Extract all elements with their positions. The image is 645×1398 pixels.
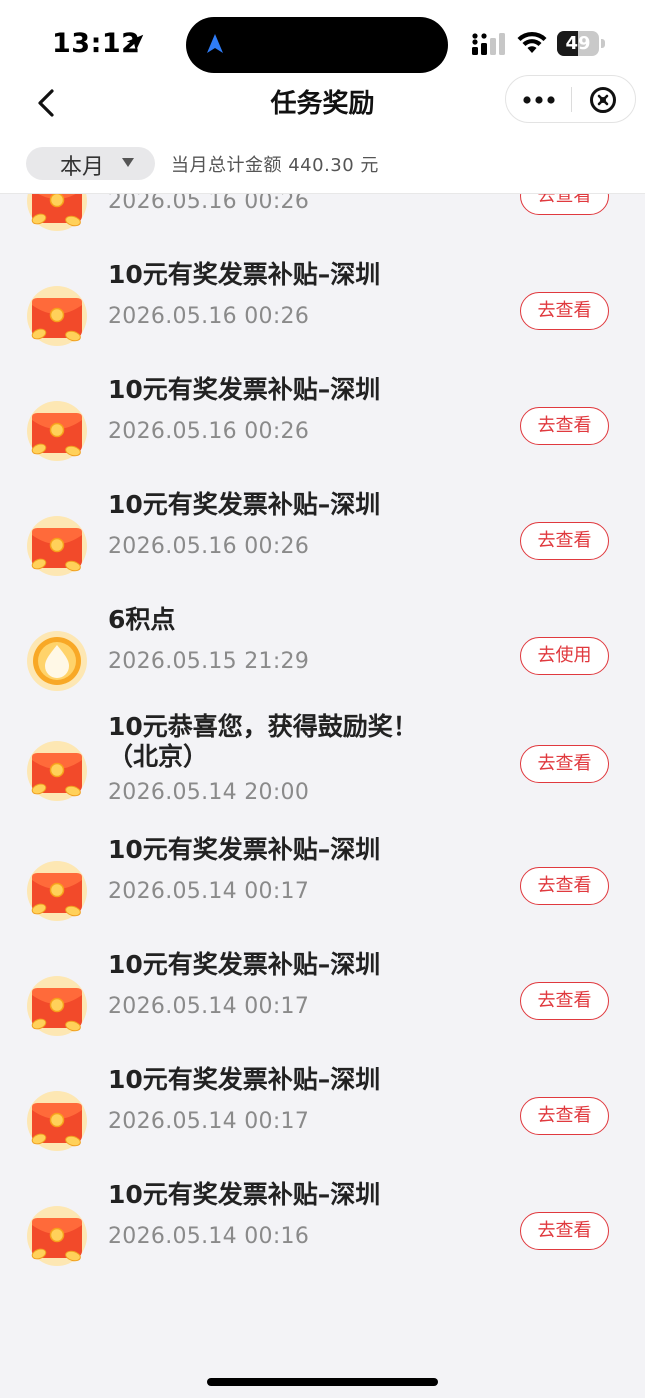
list-item[interactable]: 10元有奖发票补贴–深圳 2026.05.16 00:26 去查看 — [0, 355, 645, 470]
item-title: 10元有奖发票补贴–深圳 — [108, 835, 381, 864]
cellular-signal-icon — [472, 33, 505, 55]
item-title: 10元恭喜您，获得鼓励奖！（北京） — [108, 712, 418, 771]
caret-down-icon — [122, 158, 134, 167]
item-date: 2026.05.14 00:17 — [108, 879, 310, 904]
list-item[interactable]: 10元有奖发票补贴–深圳 2026.05.14 00:17 去查看 — [0, 930, 645, 1045]
home-indicator[interactable] — [207, 1378, 438, 1386]
coin-icon — [26, 630, 88, 692]
list-item[interactable]: 10元恭喜您，获得鼓励奖！（北京） 2026.05.14 20:00 去查看 — [0, 700, 645, 815]
wifi-icon — [517, 31, 547, 53]
item-title: 10元有奖发票补贴–深圳 — [108, 375, 381, 404]
list-item[interactable]: 10元有奖发票补贴–深圳 2026.05.14 00:17 去查看 — [0, 1045, 645, 1160]
list-item[interactable]: 10元有奖发票补贴–深圳 2026.05.16 00:26 去查看 — [0, 470, 645, 585]
item-date: 2026.05.16 00:26 — [108, 534, 310, 559]
view-button[interactable]: 去查看 — [520, 745, 609, 783]
battery-level: 49 — [565, 33, 591, 54]
view-button[interactable]: 去查看 — [520, 982, 609, 1020]
list-item[interactable]: 10元有奖发票补贴–深圳 2026.05.14 00:16 去查看 — [0, 1160, 645, 1275]
item-date: 2026.05.15 21:29 — [108, 649, 310, 674]
item-date: 2026.05.16 00:26 — [108, 304, 310, 329]
item-title: 10元有奖发票补贴–深圳 — [108, 950, 381, 979]
filter-bar: 本月 当月总计金额 440.30 元 — [0, 135, 645, 193]
list-item[interactable]: 6积点 2026.05.15 21:29 去使用 — [0, 585, 645, 700]
mini-program-capsule — [505, 75, 636, 123]
red-envelope-icon — [26, 400, 88, 462]
item-title: 10元有奖发票补贴–深圳 — [108, 1065, 381, 1094]
reward-list[interactable]: 2026.05.17 00:1310元有奖发票补贴–深圳2026.05.16 0… — [0, 0, 645, 1398]
view-button[interactable]: 去查看 — [520, 1097, 609, 1135]
month-dropdown[interactable]: 本月 — [26, 147, 155, 180]
battery-indicator: 49 — [557, 31, 605, 56]
view-button[interactable]: 去查看 — [520, 407, 609, 445]
red-envelope-icon — [26, 1205, 88, 1267]
reward-list-page: 2026.05.17 00:1310元有奖发票补贴–深圳2026.05.16 0… — [0, 0, 645, 1398]
red-envelope-icon — [26, 1090, 88, 1152]
use-button[interactable]: 去使用 — [520, 637, 609, 675]
red-envelope-icon — [26, 740, 88, 802]
item-title: 10元有奖发票补贴–深圳 — [108, 490, 381, 519]
list-item[interactable]: 10元有奖发票补贴–深圳 2026.05.16 00:26 去查看 — [0, 240, 645, 355]
item-date: 2026.05.16 00:26 — [108, 419, 310, 444]
view-button[interactable]: 去查看 — [520, 292, 609, 330]
close-circle-icon[interactable] — [572, 76, 636, 122]
item-date: 2026.05.14 00:17 — [108, 1109, 310, 1134]
more-dots-icon[interactable] — [506, 76, 571, 122]
view-button[interactable]: 去查看 — [520, 867, 609, 905]
list-item[interactable]: 10元有奖发票补贴–深圳 2026.05.14 00:17 去查看 — [0, 815, 645, 930]
status-bar: 13:12 49 — [0, 0, 645, 75]
item-title: 10元有奖发票补贴–深圳 — [108, 1180, 381, 1209]
view-button[interactable]: 去查看 — [520, 522, 609, 560]
view-button[interactable]: 去查看 — [520, 1212, 609, 1250]
item-date: 2026.05.14 00:16 — [108, 1224, 310, 1249]
month-label: 本月 — [60, 155, 105, 180]
item-date: 2026.05.14 20:00 — [108, 780, 310, 805]
item-title: 10元有奖发票补贴–深圳 — [108, 260, 381, 289]
red-envelope-icon — [26, 975, 88, 1037]
location-arrow-icon — [126, 34, 144, 51]
nav-bar: 任务奖励 — [0, 75, 645, 135]
red-envelope-icon — [26, 515, 88, 577]
monthly-total: 当月总计金额 440.30 元 — [171, 155, 379, 176]
red-envelope-icon — [26, 860, 88, 922]
red-envelope-icon — [26, 285, 88, 347]
item-title: 6积点 — [108, 605, 176, 634]
item-date: 2026.05.14 00:17 — [108, 994, 310, 1019]
navigation-arrow-icon — [207, 34, 223, 53]
